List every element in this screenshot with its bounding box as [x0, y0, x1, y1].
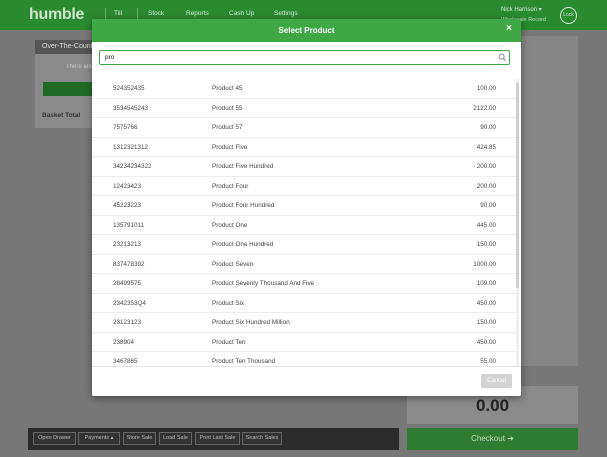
product-price: 200.00 [476, 163, 496, 170]
product-row[interactable]: 34234234322 Product Five Hundred 200.00 [92, 157, 516, 177]
open-drawer-button[interactable]: Open Drawer [33, 432, 76, 445]
load-sale-button[interactable]: Load Sale [159, 432, 192, 445]
product-row[interactable]: 1312321312 Product Five 424.85 [92, 138, 516, 157]
user-menu[interactable]: Nick Harrison ▾ [501, 6, 542, 13]
payments-button[interactable]: Payments ▴ [78, 432, 120, 445]
product-price: 100.00 [476, 85, 496, 92]
product-name: Product One Hundred [212, 241, 274, 248]
search-sales-button[interactable]: Search Sales [242, 432, 282, 445]
product-search-field[interactable] [99, 50, 510, 65]
product-name: Product Seven [212, 260, 254, 268]
list-scrollbar-thumb[interactable] [516, 83, 519, 288]
modal-title: Select Product [278, 26, 335, 35]
nav-item-cash-up[interactable]: Cash Up [229, 10, 254, 17]
product-row[interactable]: 12423423 Product Four 200.00 [92, 177, 516, 196]
product-price: 55.00 [480, 358, 496, 365]
product-row[interactable]: 3534545243 Product 55 2122.00 [92, 99, 516, 118]
product-name: Product Seventy Thousand And Five [212, 280, 315, 287]
product-price: 109.00 [476, 280, 496, 287]
product-code: 837478392 [113, 260, 145, 268]
nav-item-settings[interactable]: Settings [274, 10, 298, 17]
product-name: Product Six [212, 299, 245, 307]
product-price: 90.00 [480, 124, 496, 131]
product-price: 150.00 [476, 319, 496, 326]
lock-button[interactable]: Lock [560, 7, 577, 24]
product-row[interactable]: 45223223 Product Four Hundred 90.00 [92, 196, 516, 216]
product-row[interactable]: 2342353Q4 Product Six 450.00 [92, 294, 516, 313]
nav-item-stock[interactable]: Stock [148, 10, 164, 17]
product-grid-panel [521, 36, 578, 366]
nav-item-reports[interactable]: Reports [186, 10, 209, 17]
search-icon[interactable] [498, 53, 507, 62]
product-name: Product Five [212, 143, 248, 151]
product-code: 23123123 [113, 319, 142, 326]
app-logo[interactable]: humble [29, 6, 84, 24]
product-price: 150.00 [476, 241, 496, 248]
product-price: 1000.00 [473, 260, 496, 268]
product-code: 23213213 [113, 241, 142, 248]
product-code: 12423423 [113, 182, 142, 190]
product-search-input[interactable] [105, 52, 485, 63]
print-last-sale-button[interactable]: Print Last Sale [195, 432, 240, 445]
select-product-modal: Select Product × 524352435 Product 45 100.… [92, 19, 521, 396]
product-name: Product Six Hundred Million [212, 319, 290, 326]
product-code: 7575766 [113, 124, 138, 131]
product-code: 3467865 [113, 358, 138, 365]
product-row[interactable]: 28499575 Product Seventy Thousand And Fiv… [92, 274, 516, 294]
product-row[interactable]: 837478392 Product Seven 1000.00 [92, 255, 516, 274]
product-name: Product Ten Thousand [212, 358, 276, 365]
product-row[interactable]: 3467865 Product Ten Thousand 55.00 [92, 352, 516, 366]
product-code: 238904 [113, 338, 135, 346]
product-code: 2342353Q4 [113, 299, 146, 307]
product-name: Product 45 [212, 85, 243, 92]
product-code: 45223223 [113, 202, 142, 209]
product-name: Product One [212, 221, 248, 229]
product-price: 445.00 [476, 221, 496, 229]
basket-total-label: Basket Total [42, 112, 81, 119]
product-name: Product Four Hundred [212, 202, 275, 209]
product-row[interactable]: 524352435 Product 45 100.00 [92, 79, 516, 99]
product-name: Product Ten [212, 338, 246, 346]
product-code: 1312321312 [113, 143, 149, 151]
cancel-button[interactable]: Cancel [481, 374, 512, 388]
total-value: 0.00 [475, 396, 510, 415]
product-name: Product 55 [212, 104, 243, 112]
product-code: 135791011 [113, 221, 145, 229]
product-price: 200.00 [476, 182, 496, 190]
modal-footer [92, 366, 521, 396]
product-row[interactable]: 135791011 Product One 445.00 [92, 216, 516, 235]
nav-item-till[interactable]: Till [114, 10, 122, 17]
product-price: 2122.00 [473, 104, 496, 112]
product-price: 90.00 [480, 202, 496, 209]
product-code: 28499575 [113, 280, 142, 287]
product-row[interactable]: 7575766 Product 57 90.00 [92, 118, 516, 138]
product-list: 524352435 Product 45 100.00 3534545243 Prod… [92, 79, 516, 366]
product-name: Product 57 [212, 124, 243, 131]
product-row[interactable]: 238904 Product Ten 450.00 [92, 333, 516, 352]
store-sale-button[interactable]: Store Sale [123, 432, 156, 445]
product-price: 450.00 [476, 338, 496, 346]
product-price: 450.00 [476, 299, 496, 307]
product-code: 3534545243 [113, 104, 149, 112]
product-row[interactable]: 23213213 Product One Hundred 150.00 [92, 235, 516, 255]
product-code: 524352435 [113, 85, 145, 92]
product-row[interactable]: 23123123 Product Six Hundred Million 150.0… [92, 313, 516, 333]
product-name: Product Four [212, 182, 249, 190]
product-name: Product Five Hundred [212, 163, 274, 170]
basket-panel-title: Over-The-Counter [35, 40, 100, 54]
product-price: 424.85 [476, 143, 496, 151]
product-code: 34234234322 [113, 163, 152, 170]
close-icon[interactable]: × [506, 23, 512, 34]
checkout-button[interactable]: Checkout ➔ [407, 428, 578, 450]
